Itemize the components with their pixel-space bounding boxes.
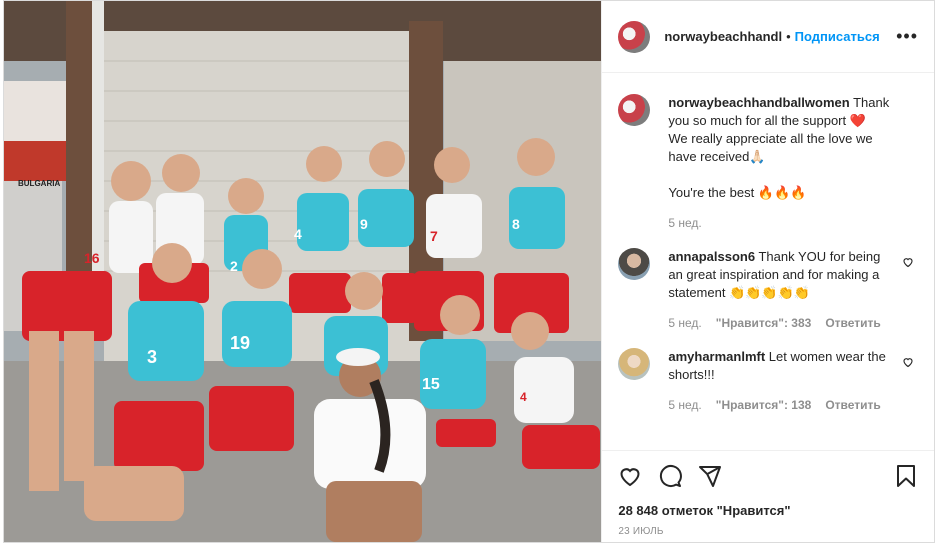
svg-text:7: 7 — [430, 228, 438, 244]
svg-text:2: 2 — [230, 258, 238, 274]
author-avatar[interactable] — [618, 20, 651, 53]
svg-text:4: 4 — [520, 390, 527, 404]
post-actions: 28 848 отметок "Нравится" 23 ИЮЛЬ — [602, 450, 934, 537]
comment-time[interactable]: 5 нед. — [668, 214, 701, 232]
comment-like-heart-icon[interactable] — [902, 356, 914, 368]
heart-icon[interactable] — [618, 464, 642, 488]
comment-likes[interactable]: "Нравится": 138 — [716, 396, 812, 414]
comments-list: norwaybeachhandballwomen Thank you so mu… — [602, 74, 934, 449]
separator-dot: • — [786, 29, 791, 44]
comment-time[interactable]: 5 нед. — [668, 314, 701, 332]
post-photo[interactable]: BULGARIA 3 19 15 2 4 9 8 16 7 4 — [4, 1, 602, 542]
follow-button[interactable]: Подписаться — [795, 29, 880, 44]
players-group: 3 19 15 2 4 9 8 16 7 4 — [4, 1, 601, 542]
commenter-avatar[interactable] — [618, 248, 651, 280]
comment-likes[interactable]: "Нравится": 383 — [716, 314, 812, 332]
svg-text:4: 4 — [294, 226, 302, 242]
svg-text:16: 16 — [84, 250, 100, 266]
reply-button[interactable]: Ответить — [825, 314, 880, 332]
author-username[interactable]: norwaybeachhandl — [664, 29, 782, 44]
commenter-username[interactable]: annapalsson6 — [668, 249, 755, 264]
svg-text:3: 3 — [147, 347, 157, 367]
commenter-avatar[interactable] — [618, 348, 651, 380]
comment-like-heart-icon[interactable] — [902, 256, 914, 268]
post-side-panel: norwaybeachhandl • Подписаться ••• norwa… — [601, 1, 934, 542]
bookmark-icon[interactable] — [894, 464, 918, 488]
svg-text:9: 9 — [360, 216, 368, 232]
comment-text: Thank you so much for all the support ❤️… — [668, 95, 890, 200]
svg-text:19: 19 — [230, 333, 250, 353]
commenter-username[interactable]: amyharmanlmft — [668, 349, 765, 364]
comment-time[interactable]: 5 нед. — [668, 396, 701, 414]
post-header: norwaybeachhandl • Подписаться ••• — [602, 1, 934, 73]
comment-icon[interactable] — [658, 464, 683, 488]
post-date[interactable]: 23 ИЮЛЬ — [618, 526, 918, 537]
likes-count[interactable]: 28 848 отметок "Нравится" — [618, 503, 918, 518]
svg-text:15: 15 — [422, 376, 440, 393]
comment-item: annapalsson6 Thank YOU for being an grea… — [618, 248, 918, 332]
comment-caption: norwaybeachhandballwomen Thank you so mu… — [618, 94, 918, 232]
commenter-avatar[interactable] — [618, 94, 651, 126]
more-options-icon[interactable]: ••• — [896, 26, 918, 47]
share-icon[interactable] — [698, 464, 722, 488]
instagram-post: BULGARIA 3 19 15 2 4 9 8 16 7 4 norwaybe… — [3, 0, 935, 543]
svg-text:8: 8 — [512, 216, 520, 232]
reply-button[interactable]: Ответить — [825, 396, 880, 414]
commenter-username[interactable]: norwaybeachhandballwomen — [668, 95, 849, 110]
comment-item: amyharmanlmft Let women wear the shorts!… — [618, 348, 918, 414]
